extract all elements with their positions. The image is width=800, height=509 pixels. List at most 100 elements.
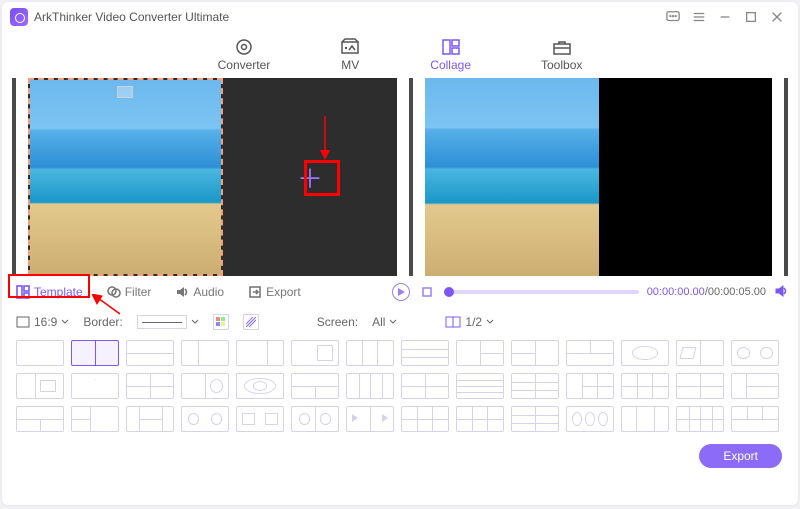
tab-mv[interactable]: MV <box>340 38 360 72</box>
preview-right <box>599 78 773 276</box>
template-item[interactable] <box>126 340 174 366</box>
main-tabs: Converter MV Collage Toolbox <box>2 32 798 78</box>
preview-pane <box>425 78 772 276</box>
template-item[interactable] <box>236 340 284 366</box>
template-item[interactable] <box>291 406 339 432</box>
divider[interactable] <box>409 78 413 276</box>
template-item[interactable] <box>621 340 669 366</box>
tab-filter-label: Filter <box>125 285 152 299</box>
template-item[interactable] <box>346 340 394 366</box>
template-item[interactable] <box>71 373 119 399</box>
template-grid <box>2 336 798 436</box>
collage-slot-1[interactable] <box>28 78 223 276</box>
template-item[interactable] <box>566 406 614 432</box>
template-item[interactable] <box>456 406 504 432</box>
template-item[interactable] <box>511 373 559 399</box>
drag-handle-icon[interactable] <box>117 86 133 98</box>
tab-collage-label: Collage <box>430 58 471 72</box>
mv-icon <box>340 38 360 56</box>
converter-icon <box>234 38 254 56</box>
template-item[interactable] <box>676 406 724 432</box>
tab-collage[interactable]: Collage <box>430 38 471 72</box>
border-color-picker[interactable] <box>213 314 229 330</box>
minimize-button[interactable] <box>712 4 738 30</box>
template-item[interactable] <box>676 340 724 366</box>
tab-export[interactable]: Export <box>244 283 305 301</box>
template-item[interactable] <box>511 340 559 366</box>
export-button[interactable]: Export <box>699 444 782 468</box>
time-display: 00:00:00.00/00:00:05.00 <box>647 286 766 298</box>
collage-icon <box>441 38 461 56</box>
template-item[interactable] <box>676 373 724 399</box>
screen-select[interactable]: All <box>372 315 397 329</box>
tab-converter[interactable]: Converter <box>218 38 271 72</box>
template-item[interactable] <box>731 373 779 399</box>
template-item[interactable] <box>181 406 229 432</box>
seek-knob[interactable] <box>444 287 454 297</box>
preview-left <box>425 78 599 276</box>
template-item[interactable] <box>401 373 449 399</box>
app-window: ArkThinker Video Converter Ultimate Conv… <box>2 2 798 505</box>
workspace: ＋ <box>2 78 798 276</box>
template-item[interactable] <box>456 340 504 366</box>
menu-icon[interactable] <box>686 4 712 30</box>
tab-mv-label: MV <box>341 58 359 72</box>
template-item[interactable] <box>731 406 779 432</box>
close-button[interactable] <box>764 4 790 30</box>
template-item[interactable] <box>16 406 64 432</box>
scroll-left[interactable] <box>12 78 16 276</box>
footer: Export <box>2 436 798 476</box>
template-item[interactable] <box>181 340 229 366</box>
aspect-ratio-select[interactable]: 16:9 <box>16 315 69 329</box>
title-bar: ArkThinker Video Converter Ultimate <box>2 2 798 32</box>
export-icon <box>248 285 262 299</box>
template-item[interactable] <box>291 340 339 366</box>
template-item[interactable] <box>16 373 64 399</box>
maximize-button[interactable] <box>738 4 764 30</box>
template-item[interactable] <box>346 373 394 399</box>
template-item[interactable] <box>126 406 174 432</box>
template-item[interactable] <box>621 406 669 432</box>
template-item[interactable] <box>401 406 449 432</box>
tab-toolbox[interactable]: Toolbox <box>541 38 582 72</box>
toolbox-icon <box>552 38 572 56</box>
aspect-ratio-value: 16:9 <box>34 315 57 329</box>
template-item[interactable] <box>731 340 779 366</box>
template-item[interactable] <box>621 373 669 399</box>
template-item[interactable] <box>236 406 284 432</box>
template-item[interactable] <box>126 373 174 399</box>
app-title: ArkThinker Video Converter Ultimate <box>34 10 229 24</box>
template-item[interactable] <box>566 340 614 366</box>
playback-controls: 00:00:00.00/00:00:05.00 <box>392 283 788 301</box>
template-item[interactable] <box>456 373 504 399</box>
template-item[interactable] <box>16 340 64 366</box>
border-style-select[interactable] <box>137 315 199 329</box>
annotation-arrow-down <box>319 116 331 163</box>
time-total: 00:00:05.00 <box>708 286 766 298</box>
tab-audio-label: Audio <box>193 285 224 299</box>
template-item[interactable] <box>71 406 119 432</box>
split-select[interactable]: 1/2 <box>445 315 494 329</box>
app-logo-icon <box>10 8 28 26</box>
stop-button[interactable] <box>418 283 436 301</box>
border-pattern-picker[interactable] <box>243 314 259 330</box>
template-item[interactable] <box>236 373 284 399</box>
feedback-icon[interactable] <box>660 4 686 30</box>
template-item[interactable] <box>181 373 229 399</box>
tab-audio[interactable]: Audio <box>171 283 228 301</box>
scroll-right[interactable] <box>784 78 788 276</box>
volume-icon[interactable] <box>774 284 788 301</box>
collage-slot-2[interactable]: ＋ <box>223 78 398 276</box>
template-item[interactable] <box>346 406 394 432</box>
template-item[interactable] <box>401 340 449 366</box>
template-item[interactable] <box>511 406 559 432</box>
media-thumb <box>30 80 221 274</box>
media-thumb <box>425 78 599 276</box>
tab-converter-label: Converter <box>218 58 271 72</box>
template-item[interactable] <box>291 373 339 399</box>
template-item[interactable] <box>71 340 119 366</box>
play-button[interactable] <box>392 283 410 301</box>
template-item[interactable] <box>566 373 614 399</box>
annotation-highlight-template <box>8 274 90 298</box>
seek-slider[interactable] <box>444 290 639 294</box>
